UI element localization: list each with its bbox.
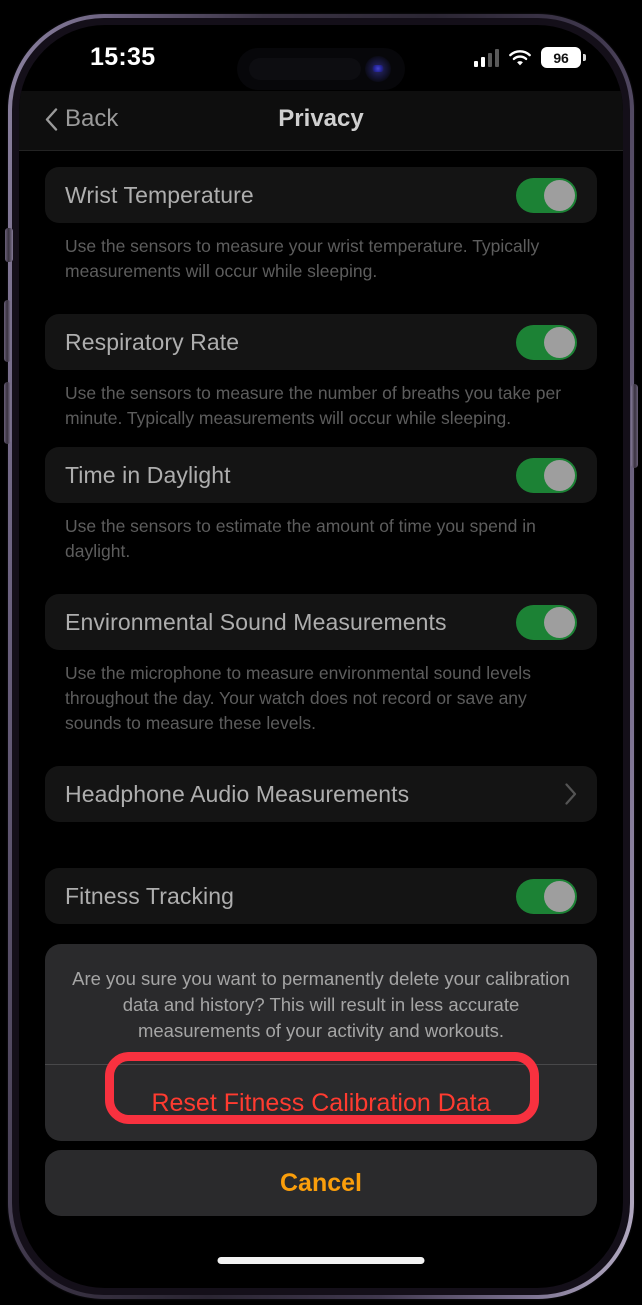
power-button[interactable] bbox=[631, 384, 638, 468]
toggle-knob bbox=[544, 179, 575, 211]
navigation-bar: Back Privacy bbox=[19, 91, 623, 151]
toggle-knob bbox=[544, 326, 575, 358]
settings-group-wrist-temperature: Wrist Temperature Use the sensors to mea… bbox=[45, 167, 597, 284]
volume-down-button[interactable] bbox=[4, 382, 11, 444]
settings-row-headphone-audio-measurements[interactable]: Headphone Audio Measurements bbox=[45, 766, 597, 822]
toggle-knob bbox=[544, 606, 575, 638]
page-title: Privacy bbox=[278, 105, 364, 132]
wifi-icon bbox=[509, 49, 531, 65]
status-bar-indicators: 96 bbox=[474, 47, 586, 68]
volume-up-button[interactable] bbox=[4, 300, 11, 362]
settings-row-time-in-daylight[interactable]: Time in Daylight bbox=[45, 447, 597, 503]
settings-group-environmental-sound: Environmental Sound Measurements Use the… bbox=[45, 594, 597, 736]
earpiece-speaker-icon bbox=[249, 58, 361, 80]
settings-row-footnote: Use the microphone to measure environmen… bbox=[65, 663, 531, 733]
settings-row-environmental-sound-measurements[interactable]: Environmental Sound Measurements bbox=[45, 594, 597, 650]
time-in-daylight-toggle[interactable] bbox=[516, 457, 577, 493]
settings-group-headphone-audio: Headphone Audio Measurements bbox=[45, 766, 597, 822]
settings-row-footnote: Use the sensors to estimate the amount o… bbox=[65, 516, 536, 561]
toggle-knob bbox=[544, 880, 575, 912]
settings-row-footnote: Use the sensors to measure the number of… bbox=[65, 383, 562, 428]
action-sheet-panel: Are you sure you want to permanently del… bbox=[45, 944, 597, 1141]
cellular-signal-icon bbox=[474, 48, 499, 67]
settings-row-label: Wrist Temperature bbox=[65, 181, 254, 208]
settings-row-label: Time in Daylight bbox=[65, 461, 231, 488]
settings-row-label: Respiratory Rate bbox=[65, 328, 240, 355]
fitness-tracking-toggle[interactable] bbox=[516, 878, 577, 914]
settings-row-label: Environmental Sound Measurements bbox=[65, 608, 447, 635]
battery-icon: 96 bbox=[541, 47, 586, 68]
environmental-sound-toggle[interactable] bbox=[516, 604, 577, 640]
chevron-right-icon bbox=[565, 783, 577, 805]
toggle-knob bbox=[544, 459, 575, 491]
dynamic-island[interactable] bbox=[237, 48, 405, 90]
nav-bar-divider bbox=[19, 150, 623, 151]
home-indicator[interactable] bbox=[217, 1257, 425, 1264]
settings-row-wrist-temperature[interactable]: Wrist Temperature bbox=[45, 167, 597, 223]
settings-group-fitness-tracking: Fitness Tracking bbox=[45, 868, 597, 924]
settings-row-footnote: Use the sensors to measure your wrist te… bbox=[65, 236, 540, 281]
mute-switch[interactable] bbox=[5, 228, 13, 262]
front-camera-icon bbox=[365, 56, 391, 82]
settings-row-label: Fitness Tracking bbox=[65, 882, 235, 909]
settings-row-fitness-tracking[interactable]: Fitness Tracking bbox=[45, 868, 597, 924]
respiratory-rate-toggle[interactable] bbox=[516, 324, 577, 360]
list-top-spacer bbox=[19, 151, 623, 167]
cancel-button[interactable]: Cancel bbox=[45, 1150, 597, 1216]
settings-row-label: Headphone Audio Measurements bbox=[65, 780, 410, 807]
status-bar-clock: 15:35 bbox=[90, 43, 156, 71]
settings-group-time-in-daylight: Time in Daylight Use the sensors to esti… bbox=[45, 447, 597, 564]
action-sheet: Are you sure you want to permanently del… bbox=[45, 944, 597, 1216]
phone-frame: 15:35 96 Back Privacy Wrist Temperature … bbox=[0, 0, 642, 1305]
battery-level-text: 96 bbox=[553, 49, 569, 66]
wrist-temperature-toggle[interactable] bbox=[516, 177, 577, 213]
settings-group-respiratory-rate: Respiratory Rate Use the sensors to meas… bbox=[45, 314, 597, 431]
action-sheet-message: Are you sure you want to permanently del… bbox=[72, 968, 570, 1041]
settings-row-respiratory-rate[interactable]: Respiratory Rate bbox=[45, 314, 597, 370]
phone-screen: 15:35 96 Back Privacy Wrist Temperature … bbox=[19, 25, 623, 1288]
reset-fitness-calibration-data-button[interactable]: Reset Fitness Calibration Data bbox=[45, 1065, 597, 1141]
